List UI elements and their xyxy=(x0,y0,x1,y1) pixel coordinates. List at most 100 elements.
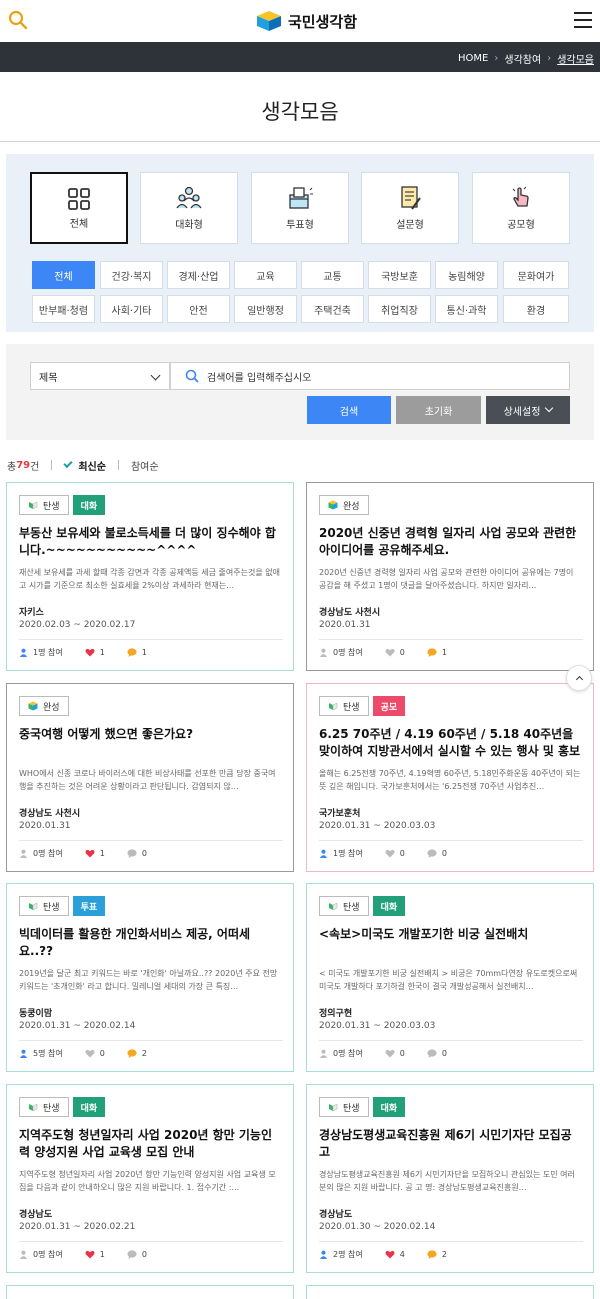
like-count[interactable]: 1 xyxy=(85,849,105,858)
sort-bar: 총 79 건 최신순 참여순 xyxy=(7,457,159,473)
card-author: 정의구현 xyxy=(319,1009,353,1019)
like-count[interactable]: 0 xyxy=(385,1049,405,1058)
card-stats: 0명 참여 0 1 xyxy=(319,647,469,658)
breadcrumb-participate[interactable]: 생각참여 xyxy=(504,51,541,66)
idea-card[interactable]: 완성 2020년 신중년 경력형 일자리 사업 공모와 관련한 아이디어를 공유해… xyxy=(306,482,594,671)
type-badge: 대화 xyxy=(72,495,106,515)
topic-housing[interactable]: 주택건축 xyxy=(301,295,364,323)
category-contest[interactable]: 공모형 xyxy=(472,172,570,244)
card-title[interactable]: 부동산 보유세와 불로소득세를 더 많이 징수해야 합니다.~~~~~~~~~~… xyxy=(19,525,281,559)
topic-health[interactable]: 건강·복지 xyxy=(100,261,163,289)
breadcrumb-home[interactable]: HOME xyxy=(458,53,488,64)
topic-society[interactable]: 사회·기타 xyxy=(100,295,163,323)
card-date: 2020.01.31 xyxy=(319,620,371,630)
topic-anticorruption[interactable]: 반부패·청렴 xyxy=(32,295,95,323)
category-vote[interactable]: 투표형 xyxy=(251,172,349,244)
breadcrumb-current[interactable]: 생각모음 xyxy=(557,51,594,66)
category-label: 대화형 xyxy=(175,220,203,231)
card-title[interactable]: 중국여행 어떻게 했으면 좋은가요? xyxy=(19,726,281,743)
like-count[interactable]: 1 xyxy=(85,648,105,657)
topic-agriculture[interactable]: 농림해양 xyxy=(435,261,498,289)
idea-card[interactable]: 탄생 투표 빅데이터를 활용한 개인화서비스 제공, 어떠세요..?? 2019년을 … xyxy=(6,883,294,1072)
card-stats: 5명 참여 0 2 xyxy=(19,1048,169,1059)
status-label: 탄생 xyxy=(43,1103,60,1114)
category-all[interactable]: 전체 xyxy=(30,172,128,244)
status-label: 탄생 xyxy=(343,902,360,913)
topic-all[interactable]: 전체 xyxy=(32,261,95,289)
badge-group: 탄생 대화 xyxy=(19,1097,109,1117)
category-label: 공모형 xyxy=(507,220,535,231)
card-author: 동쿵이맘 xyxy=(19,1009,53,1019)
card-title[interactable]: 6.25 70주년 / 4.19 60주년 / 5.18 40주년을 맞이하여 … xyxy=(319,726,581,760)
participant-label: 0명 참여 xyxy=(33,1250,63,1259)
reset-button[interactable]: 초기화 xyxy=(396,396,481,424)
category-talk[interactable]: 대화형 xyxy=(140,172,238,244)
topic-science[interactable]: 통신·과학 xyxy=(435,295,498,323)
card-author: 경상남도 xyxy=(19,1210,53,1220)
search-button[interactable]: 검색 xyxy=(307,396,391,424)
comment-count[interactable]: 2 xyxy=(127,1049,147,1058)
advanced-settings-button[interactable]: 상세설정 xyxy=(486,396,570,424)
idea-card[interactable] xyxy=(306,1285,594,1299)
like-label: 1 xyxy=(99,648,105,657)
card-stats: 0명 참여 1 0 xyxy=(19,1249,169,1260)
card-title[interactable]: 빅데이터를 활용한 개인화서비스 제공, 어떠세요..?? xyxy=(19,926,281,960)
topic-traffic[interactable]: 교통 xyxy=(301,261,364,289)
search-input[interactable]: 검색어를 입력해주십시오 xyxy=(170,362,570,390)
idea-card[interactable]: 탄생 대화 경상남도평생교육진흥원 제6기 시민기자단 모집공고 경상남도평생교육진흥… xyxy=(306,1084,594,1273)
scroll-top-button[interactable] xyxy=(566,665,592,691)
card-title[interactable]: 2020년 신중년 경력형 일자리 사업 공모와 관련한 아이디어를 공유해주세… xyxy=(319,525,581,559)
like-count[interactable]: 0 xyxy=(385,849,405,858)
search-panel: 제목 검색어를 입력해주십시오 검색 초기화 상세설정 xyxy=(6,344,594,440)
badge-group: 탄생 공모 xyxy=(319,696,409,716)
type-badge: 투표 xyxy=(72,896,106,916)
heart-icon xyxy=(85,1250,95,1259)
like-count[interactable]: 0 xyxy=(385,648,405,657)
comment-count[interactable]: 0 xyxy=(427,1049,447,1058)
card-date: 2020.01.31 xyxy=(19,821,71,831)
like-count[interactable]: 0 xyxy=(85,1049,105,1058)
card-title[interactable]: 지역주도형 청년일자리 사업 2020년 항만 기능인력 양성지원 사업 교육생… xyxy=(19,1127,281,1161)
idea-card[interactable] xyxy=(6,1285,294,1299)
card-stats: 1명 참여 0 0 xyxy=(319,848,469,859)
like-label: 0 xyxy=(399,849,405,858)
like-count[interactable]: 1 xyxy=(85,1250,105,1259)
card-title[interactable]: 경상남도평생교육진흥원 제6기 시민기자단 모집공고 xyxy=(319,1127,581,1161)
topic-admin[interactable]: 일반행정 xyxy=(234,295,297,323)
comment-icon xyxy=(127,1049,137,1058)
comment-count[interactable]: 1 xyxy=(127,648,147,657)
topic-defense[interactable]: 국방보훈 xyxy=(368,261,431,289)
topic-jobs[interactable]: 취업직장 xyxy=(368,295,431,323)
hamburger-menu-icon[interactable] xyxy=(574,12,592,28)
card-description: 지역주도형 청년일자리 사업 2020년 항만 기능인력 양성지원 사업 교육생… xyxy=(19,1170,276,1192)
idea-card[interactable]: 탄생 대화 부동산 보유세와 불로소득세를 더 많이 징수해야 합니다.~~~~~~… xyxy=(6,482,294,671)
comment-count[interactable]: 0 xyxy=(427,849,447,858)
site-logo[interactable]: 국민생각함 xyxy=(256,9,357,33)
sort-latest[interactable]: 최신순 xyxy=(63,458,106,473)
topic-education[interactable]: 교육 xyxy=(234,261,297,289)
idea-card[interactable]: 탄생 대화지역주도형 청년일자리 사업 2020년 항만 기능인력 양성지원 사업… xyxy=(6,1084,294,1273)
topic-safety[interactable]: 안전 xyxy=(167,295,230,323)
idea-card[interactable]: 탄생 대화 <속보>미국도 개발포기한 비궁 실전배치 < 미국도 개발포기한 비궁 … xyxy=(306,883,594,1072)
topic-culture[interactable]: 문화여가 xyxy=(503,261,569,289)
category-survey[interactable]: 설문형 xyxy=(361,172,459,244)
chevron-right-icon: › xyxy=(547,53,552,64)
search-field-select[interactable]: 제목 xyxy=(30,362,170,390)
comment-count[interactable]: 2 xyxy=(427,1250,447,1259)
heart-icon xyxy=(85,1049,95,1058)
sort-participation[interactable]: 참여순 xyxy=(131,458,159,473)
card-description: 경상남도평생교육진흥원 제6기 시민기자단을 모집하오니 관심있는 도민 여러분… xyxy=(319,1170,575,1192)
comment-label: 0 xyxy=(141,849,147,858)
topic-environment[interactable]: 환경 xyxy=(503,295,569,323)
comment-count[interactable]: 1 xyxy=(427,648,447,657)
like-count[interactable]: 4 xyxy=(385,1250,405,1259)
idea-card[interactable]: 탄생 공모 6.25 70주년 / 4.19 60주년 / 5.18 40주년을 맞… xyxy=(306,683,594,872)
participant-label: 1명 참여 xyxy=(333,849,363,858)
card-title[interactable]: <속보>미국도 개발포기한 비궁 실전배치 xyxy=(319,926,581,943)
cube-icon xyxy=(28,701,38,711)
topic-economy[interactable]: 경제·산업 xyxy=(167,261,230,289)
comment-count[interactable]: 0 xyxy=(127,849,147,858)
comment-count[interactable]: 0 xyxy=(127,1250,147,1259)
idea-card[interactable]: 완성 중국여행 어떻게 했으면 좋은가요? WHO에서 신종 코로나 바이러스에 대… xyxy=(6,683,294,872)
search-icon[interactable] xyxy=(8,10,28,30)
